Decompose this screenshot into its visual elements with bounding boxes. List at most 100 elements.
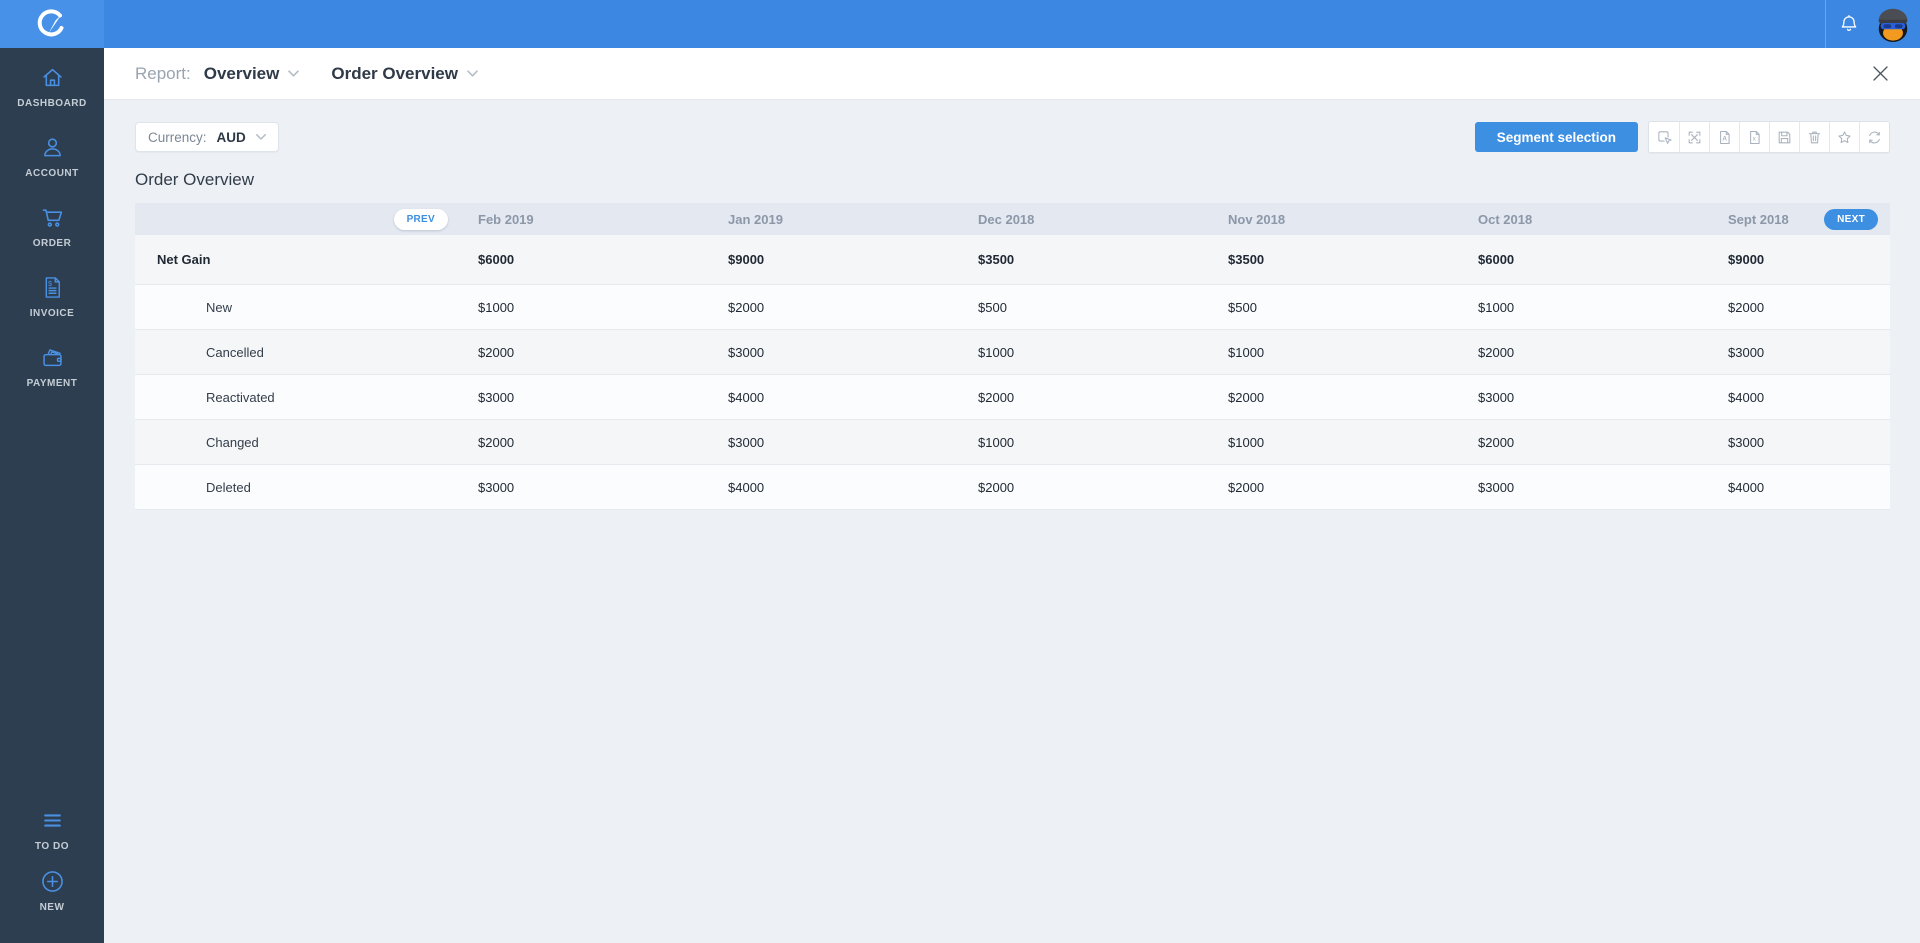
value-cell: $3500 (978, 252, 1015, 267)
value-cell: $3000 (1478, 389, 1515, 405)
value-cell: $1000 (1228, 344, 1265, 360)
report-table-body: Net Gain $6000 $9000 $3500 $3500 $6000 $9000 Ne… (135, 235, 1890, 510)
value-cell: $3000 (728, 434, 765, 450)
main-area: Report: Overview Order Overview Currency… (104, 48, 1920, 943)
table-header-spacer: PREV (135, 208, 470, 230)
fullscreen-icon[interactable] (1679, 122, 1709, 152)
value-cell: $9000 (728, 252, 765, 267)
chevron-down-icon (288, 70, 300, 77)
currency-selector[interactable]: Currency: AUD (135, 122, 279, 152)
report-name-value: Order Overview (331, 63, 458, 83)
row-label: Net Gain (157, 252, 211, 267)
prev-period-button[interactable]: PREV (393, 208, 448, 230)
export-excel-icon[interactable]: x (1739, 122, 1769, 152)
plus-circle-icon (39, 868, 66, 895)
topbar (0, 0, 1920, 48)
sidebar-item-account[interactable]: ACCOUNT (0, 134, 104, 179)
currency-label: Currency: (148, 129, 207, 145)
value-cell: $1000 (1228, 434, 1265, 450)
column-header: Jan 2019 (728, 211, 783, 227)
value-cell: $2000 (978, 479, 1015, 495)
value-cell: $1000 (478, 299, 515, 315)
user-avatar[interactable] (1874, 5, 1912, 43)
sidebar-label: PAYMENT (26, 378, 78, 389)
sidebar-label: INVOICE (29, 308, 75, 319)
sidebar-footer: TO DO NEW (0, 807, 104, 943)
row-label: Changed (206, 434, 259, 450)
report-actions: Segment selection A x (1474, 121, 1890, 153)
value-cell: $1000 (1478, 299, 1515, 315)
value-cell: $4000 (1728, 389, 1765, 405)
value-cell: $3000 (1728, 434, 1765, 450)
value-cell: $4000 (1728, 479, 1765, 495)
value-cell: $3000 (1728, 344, 1765, 360)
chevron-down-icon (255, 134, 266, 140)
value-cell: $3000 (1478, 479, 1515, 495)
delete-icon[interactable] (1799, 122, 1829, 152)
value-cell: $2000 (1228, 479, 1265, 495)
sidebar-item-order[interactable]: ORDER (0, 204, 104, 249)
report-type-dropdown[interactable]: Overview (204, 64, 300, 84)
value-cell: $2000 (478, 344, 515, 360)
report-type-value: Overview (203, 63, 280, 83)
table-header-row: PREV Feb 2019 Jan 2019 Dec 2018 Nov 2018… (135, 203, 1890, 235)
favorite-icon[interactable] (1829, 122, 1859, 152)
sidebar: DASHBOARD ACCOUNT ORDER $ INVOICE PAYMEN… (0, 48, 104, 943)
close-icon[interactable] (1866, 60, 1894, 88)
value-cell: $500 (978, 299, 1007, 315)
select-tool-icon[interactable] (1649, 122, 1679, 152)
sidebar-label: DASHBOARD (17, 98, 87, 109)
column-header: Dec 2018 (978, 211, 1035, 227)
table-row: Net Gain $6000 $9000 $3500 $3500 $6000 $9000 (135, 235, 1890, 285)
export-pdf-icon[interactable]: A (1709, 122, 1739, 152)
sidebar-item-todo[interactable]: TO DO (0, 807, 104, 852)
sidebar-label: ORDER (32, 238, 72, 249)
report-content: Currency: AUD Segment selection A x Orde… (104, 100, 1920, 510)
compass-c-logo-icon (35, 7, 69, 41)
wallet-cards-icon (39, 344, 66, 371)
column-header: Feb 2019 (478, 211, 534, 227)
value-cell: $3500 (1228, 252, 1265, 267)
value-cell: $3000 (478, 479, 515, 495)
app-logo[interactable] (0, 0, 104, 48)
table-row: Cancelled $2000 $3000 $1000 $1000 $2000 $3000 (135, 330, 1890, 375)
app-window: DASHBOARD ACCOUNT ORDER $ INVOICE PAYMEN… (0, 0, 1920, 943)
row-label: Deleted (206, 479, 251, 495)
row-label: Cancelled (206, 344, 264, 360)
table-row: Reactivated $3000 $4000 $2000 $2000 $3000 $400… (135, 375, 1890, 420)
svg-text:A: A (1722, 135, 1727, 142)
report-toolbar: A x (1648, 121, 1890, 153)
segment-selection-button[interactable]: Segment selection (1474, 122, 1638, 152)
column-header-last: Sept 2018 NEXT (1720, 208, 1890, 230)
report-name-dropdown[interactable]: Order Overview (331, 64, 478, 84)
column-header: Nov 2018 (1228, 211, 1286, 227)
value-cell: $2000 (1228, 389, 1265, 405)
currency-value: AUD (216, 129, 246, 145)
sidebar-item-payment[interactable]: PAYMENT (0, 344, 104, 389)
value-cell: $2000 (478, 434, 515, 450)
shopping-cart-icon (39, 204, 66, 231)
save-icon[interactable] (1769, 122, 1799, 152)
report-header-bar: Report: Overview Order Overview (104, 48, 1920, 100)
sidebar-item-new[interactable]: NEW (0, 868, 104, 913)
user-icon (39, 134, 66, 161)
sidebar-item-invoice[interactable]: $ INVOICE (0, 274, 104, 319)
sidebar-label: ACCOUNT (25, 168, 79, 179)
value-cell: $500 (1228, 299, 1257, 315)
value-cell: $3000 (728, 344, 765, 360)
value-cell: $2000 (1728, 299, 1765, 315)
value-cell: $6000 (1478, 252, 1515, 267)
next-period-button[interactable]: NEXT (1824, 208, 1878, 230)
sidebar-item-dashboard[interactable]: DASHBOARD (0, 64, 104, 109)
order-overview-table: PREV Feb 2019 Jan 2019 Dec 2018 Nov 2018… (135, 203, 1890, 510)
table-row: Deleted $3000 $4000 $2000 $2000 $3000 $4000 (135, 465, 1890, 510)
menu-lines-icon (39, 807, 66, 834)
invoice-document-icon: $ (39, 274, 66, 301)
notifications-bell-icon[interactable] (1826, 0, 1872, 48)
chevron-down-icon (467, 70, 478, 77)
value-cell: $2000 (1478, 434, 1515, 450)
table-row: Changed $2000 $3000 $1000 $1000 $2000 $3000 (135, 420, 1890, 465)
value-cell: $2000 (978, 389, 1015, 405)
svg-text:$: $ (48, 279, 52, 288)
refresh-icon[interactable] (1859, 122, 1889, 152)
